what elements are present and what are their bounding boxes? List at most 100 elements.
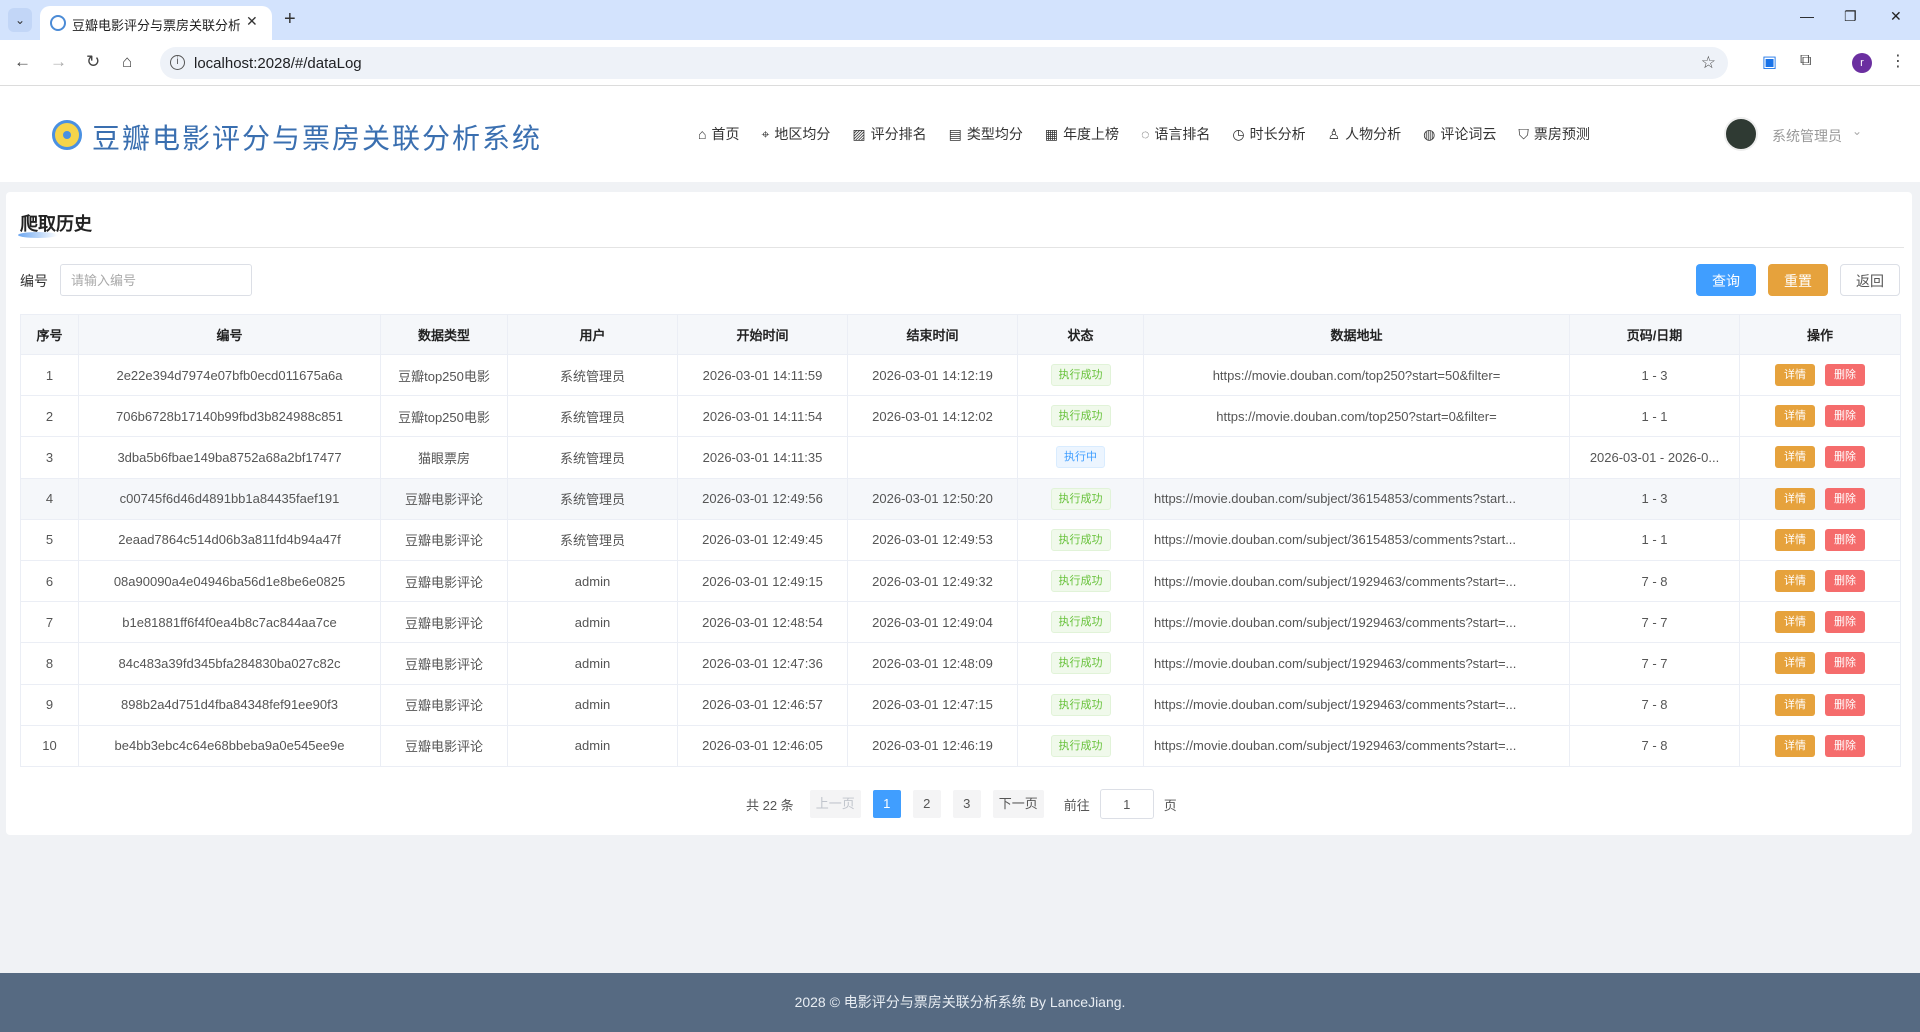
user-cell: admin xyxy=(507,683,678,726)
detail-button[interactable]: 详情 xyxy=(1775,652,1815,675)
nav-item-0[interactable]: ⌂ 首页 xyxy=(698,124,739,144)
user-cell: 系统管理员 xyxy=(507,353,678,397)
status-cell: 执行成功 xyxy=(1017,724,1144,767)
nav-item-8[interactable]: ◍ 评论词云 xyxy=(1423,124,1496,144)
data-url: https://movie.douban.com/subject/1929463… xyxy=(1143,724,1570,767)
chevron-down-icon[interactable]: ⌄ xyxy=(1852,124,1862,138)
detail-button[interactable]: 详情 xyxy=(1775,570,1815,593)
detail-button[interactable]: 详情 xyxy=(1775,364,1815,387)
nav-item-4[interactable]: ▦ 年度上榜 xyxy=(1045,124,1119,144)
page-range: 2026-03-01 - 2026-0... xyxy=(1569,436,1740,479)
stopwatch-icon: ◷ xyxy=(1232,125,1245,142)
delete-button[interactable]: 删除 xyxy=(1825,528,1865,551)
home-page-icon[interactable]: ⌂ xyxy=(122,52,132,72)
next-page-button[interactable]: 下一页 xyxy=(992,790,1044,818)
detail-button[interactable]: 详情 xyxy=(1775,611,1815,634)
status-cell: 执行成功 xyxy=(1017,642,1144,685)
page-3-button[interactable]: 3 xyxy=(952,790,981,818)
new-tab-icon[interactable]: + xyxy=(284,8,296,30)
column-header: 操作 xyxy=(1739,314,1901,355)
query-button[interactable]: 查询 xyxy=(1696,264,1756,296)
puzzle-icon[interactable]: ⧉ xyxy=(1800,52,1811,70)
data-url: https://movie.douban.com/subject/1929463… xyxy=(1143,601,1570,644)
status-badge: 执行成功 xyxy=(1050,570,1111,593)
divider xyxy=(20,247,1904,248)
calendar-icon: ▦ xyxy=(1044,125,1059,142)
record-id: 898b2a4d751d4fba84348fef91ee90f3 xyxy=(78,683,381,726)
record-id: b1e81881ff6f4f0ea4b8c7ac844aa7ce xyxy=(78,601,381,644)
url-field[interactable]: i localhost:2028/#/dataLog ☆ xyxy=(160,47,1728,79)
nav-item-label: 类型均分 xyxy=(966,126,1023,142)
row-index: 8 xyxy=(20,642,79,685)
prev-page-button[interactable]: 上一页 xyxy=(809,790,861,818)
pagination: 共 22 条 上一页 1 2 3 下一页 前往 页 xyxy=(746,788,1177,820)
cart-icon: ⛉ xyxy=(1518,125,1529,142)
bookmark-star-icon[interactable]: ☆ xyxy=(1701,53,1716,73)
data-type: 豆瓣top250电影 xyxy=(380,353,508,397)
nav-item-5[interactable]: ◌ 语言排名 xyxy=(1141,124,1210,144)
location-icon: ⌖ xyxy=(761,125,770,142)
row-index: 4 xyxy=(20,477,79,520)
delete-button[interactable]: 删除 xyxy=(1825,405,1865,428)
detail-button[interactable]: 详情 xyxy=(1775,446,1815,469)
data-url: https://movie.douban.com/subject/1929463… xyxy=(1143,683,1570,726)
column-header: 开始时间 xyxy=(677,314,848,355)
end-time: 2026-03-01 12:49:53 xyxy=(847,518,1018,561)
status-cell: 执行成功 xyxy=(1017,601,1144,644)
detail-button[interactable]: 详情 xyxy=(1775,693,1815,716)
nav-item-6[interactable]: ◷ 时长分析 xyxy=(1232,124,1305,144)
site-info-icon[interactable]: i xyxy=(170,55,185,70)
profile-avatar[interactable]: r xyxy=(1852,53,1872,73)
minimize-icon[interactable]: — xyxy=(1800,8,1814,24)
browser-tab[interactable]: 豆瓣电影评分与票房关联分析系 ✕ xyxy=(40,6,272,40)
browser-menu-icon[interactable]: ⋮ xyxy=(1890,51,1906,71)
delete-button[interactable]: 删除 xyxy=(1825,446,1865,469)
tab-search-icon[interactable]: ⌄ xyxy=(8,8,32,32)
status-badge: 执行中 xyxy=(1056,446,1105,469)
nav-item-9[interactable]: ⛉ 票房预测 xyxy=(1518,124,1590,144)
status-cell: 执行成功 xyxy=(1017,353,1144,397)
start-time: 2026-03-01 12:46:57 xyxy=(677,683,848,726)
actions-cell: 详情 删除 xyxy=(1739,683,1901,726)
delete-button[interactable]: 删除 xyxy=(1825,693,1865,716)
delete-button[interactable]: 删除 xyxy=(1825,611,1865,634)
nav-item-7[interactable]: ♙ 人物分析 xyxy=(1328,124,1402,144)
row-index: 6 xyxy=(20,559,79,603)
detail-button[interactable]: 详情 xyxy=(1775,405,1815,428)
end-time: 2026-03-01 12:49:32 xyxy=(847,559,1018,603)
delete-button[interactable]: 删除 xyxy=(1825,364,1865,387)
status-cell: 执行中 xyxy=(1017,436,1144,479)
detail-button[interactable]: 详情 xyxy=(1775,528,1815,551)
reset-button[interactable]: 重置 xyxy=(1768,264,1828,296)
main-nav: ⌂ 首页 ⌖ 地区均分 ▨ 评分排名 ▤ 类型均分 ▦ 年度上榜 ◌ 语言排名 ◷ 时长分析 ♙ 人物分析 ◍ 评… xyxy=(698,124,1612,144)
avatar[interactable] xyxy=(1724,117,1758,151)
start-time: 2026-03-01 12:49:15 xyxy=(677,559,848,603)
nav-item-2[interactable]: ▨ 评分排名 xyxy=(852,124,926,144)
goto-page-input[interactable] xyxy=(1099,789,1154,819)
delete-button[interactable]: 删除 xyxy=(1825,734,1865,757)
delete-button[interactable]: 删除 xyxy=(1825,487,1865,510)
back-button[interactable]: 返回 xyxy=(1840,264,1900,296)
window-close-icon[interactable]: ✕ xyxy=(1890,8,1902,25)
restore-icon[interactable]: ❐ xyxy=(1844,8,1857,25)
record-id: 08a90090a4e04946ba56d1e8be6e0825 xyxy=(78,559,381,603)
detail-button[interactable]: 详情 xyxy=(1775,734,1815,757)
app-header: 豆瓣电影评分与票房关联分析系统 ⌂ 首页 ⌖ 地区均分 ▨ 评分排名 ▤ 类型均分 ▦ 年度上榜 ◌… xyxy=(0,86,1920,182)
page-2-button[interactable]: 2 xyxy=(912,790,941,818)
extension-icon[interactable]: ▣ xyxy=(1762,52,1777,72)
end-time xyxy=(847,436,1018,479)
user-name[interactable]: 系统管理员 xyxy=(1772,126,1842,146)
nav-item-3[interactable]: ▤ 类型均分 xyxy=(949,124,1023,144)
delete-button[interactable]: 删除 xyxy=(1825,652,1865,675)
reload-icon[interactable]: ↻ xyxy=(86,52,100,72)
start-time: 2026-03-01 14:11:59 xyxy=(677,353,848,397)
delete-button[interactable]: 删除 xyxy=(1825,570,1865,593)
end-time: 2026-03-01 14:12:19 xyxy=(847,353,1018,397)
nav-item-1[interactable]: ⌖ 地区均分 xyxy=(761,124,830,144)
id-search-input[interactable] xyxy=(60,264,252,296)
back-arrow-icon[interactable]: ← xyxy=(14,52,31,72)
page-1-button[interactable]: 1 xyxy=(872,790,901,818)
tab-close-icon[interactable]: ✕ xyxy=(246,13,258,30)
detail-button[interactable]: 详情 xyxy=(1775,487,1815,510)
forward-arrow-icon[interactable]: → xyxy=(50,52,67,72)
